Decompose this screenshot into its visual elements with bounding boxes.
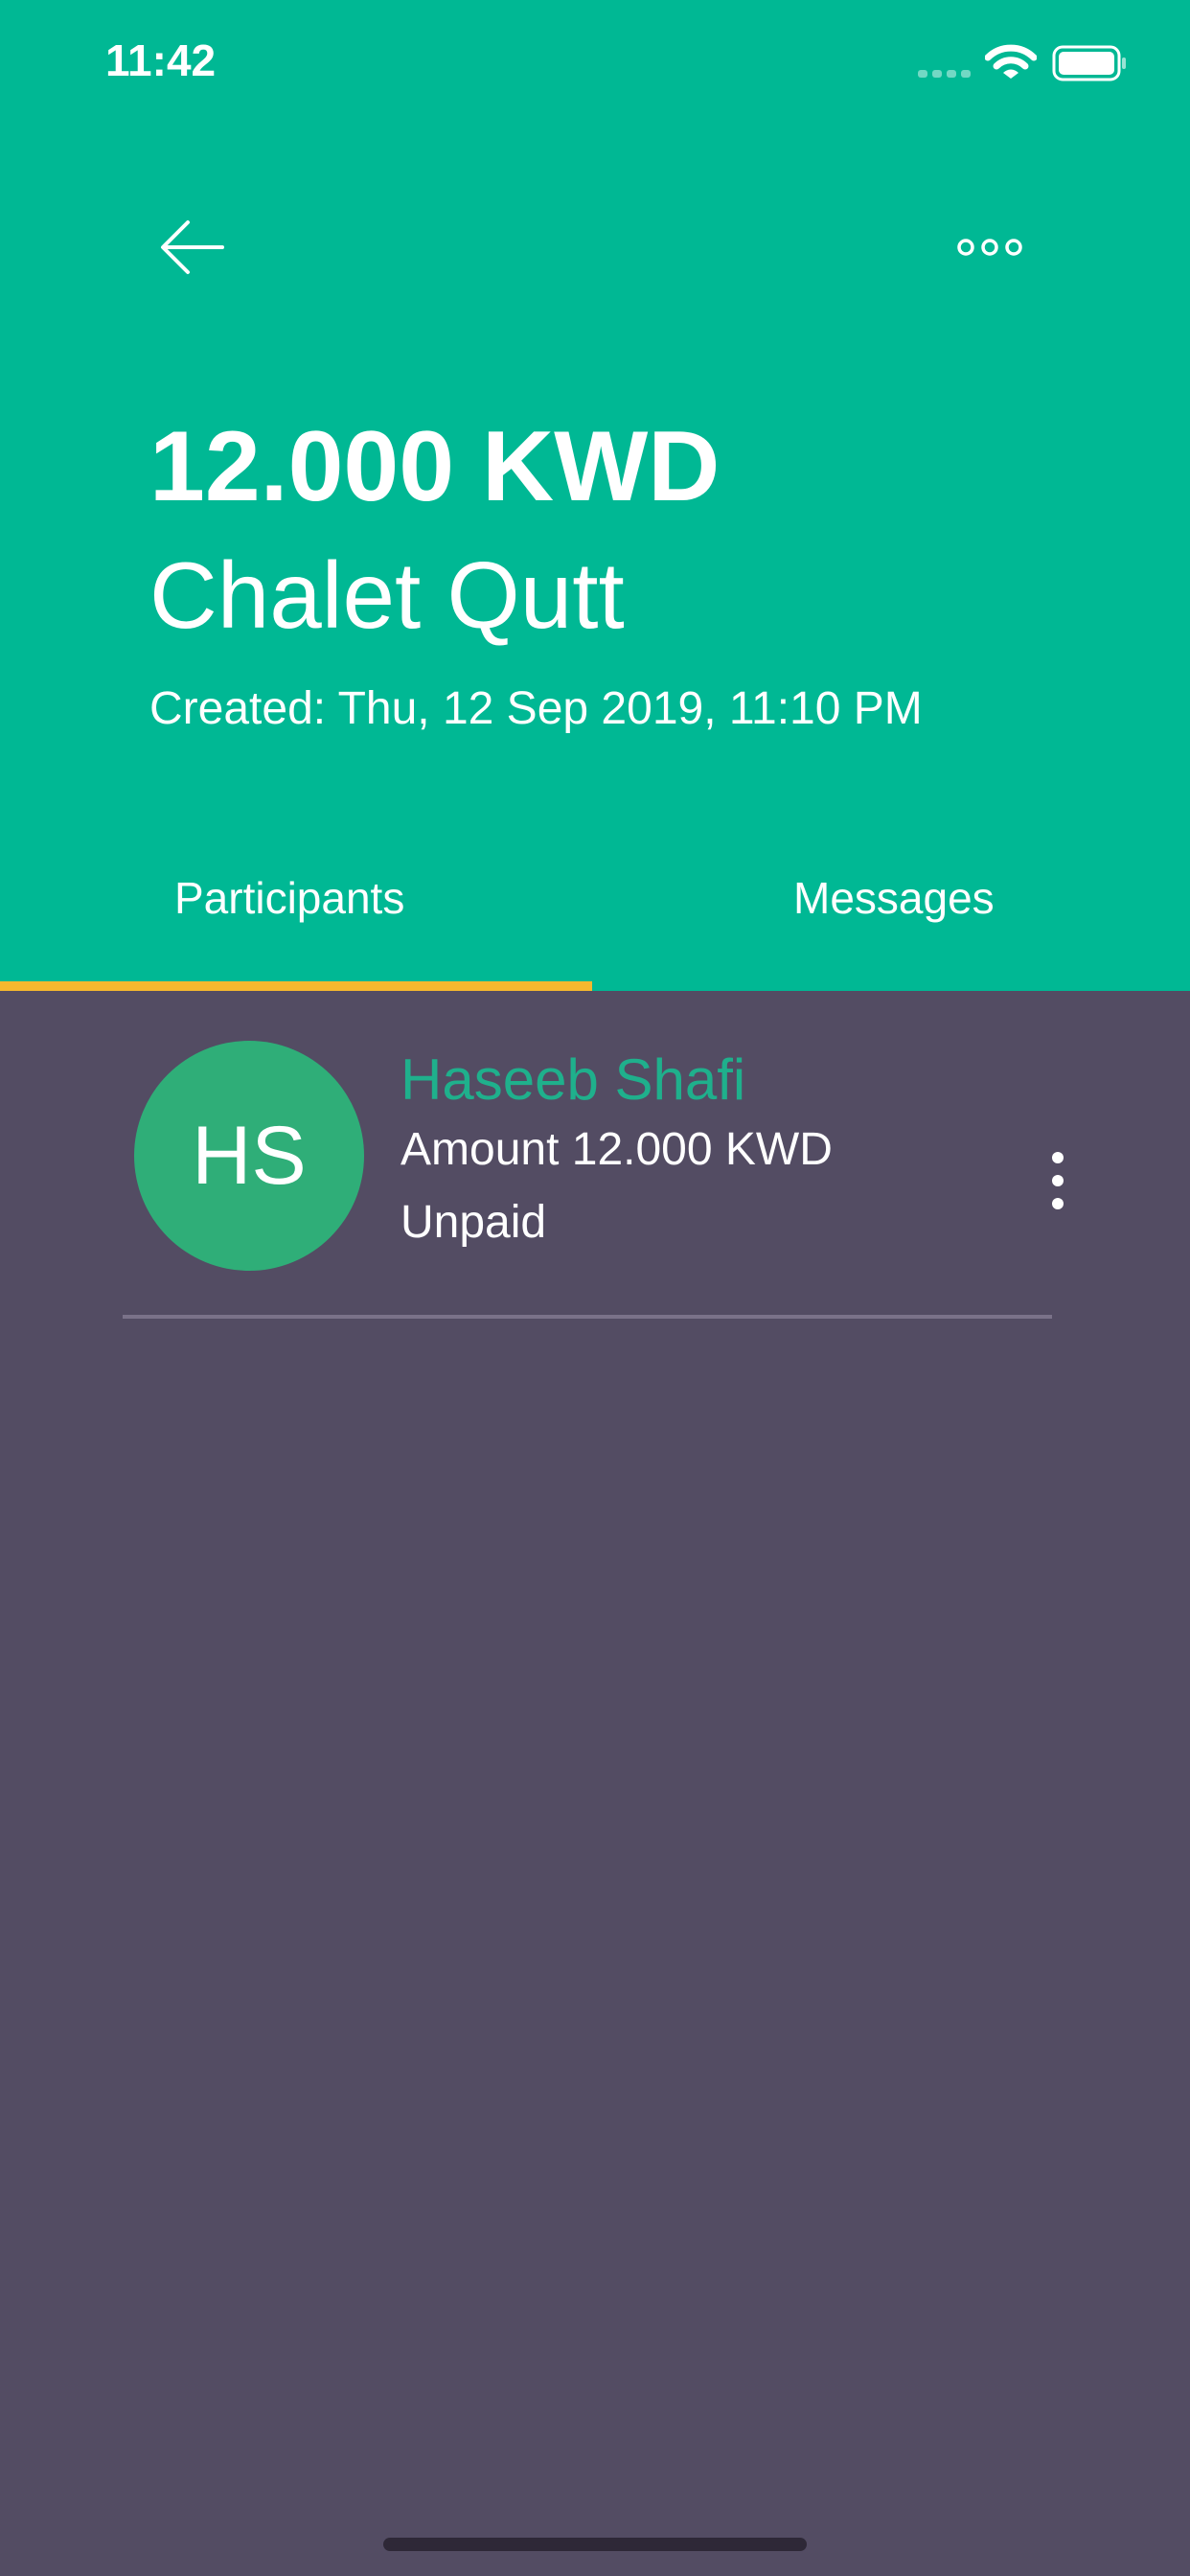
back-arrow-icon bbox=[161, 220, 224, 274]
participant-row[interactable]: HS Haseeb Shafi Amount 12.000 KWD Unpaid bbox=[123, 1035, 1064, 1319]
tab-participants[interactable]: Participants bbox=[174, 872, 404, 924]
trip-name: Chalet Qutt bbox=[149, 542, 625, 648]
participant-amount: Amount 12.000 KWD bbox=[400, 1124, 833, 1175]
status-bar: 11:42 bbox=[0, 0, 1190, 125]
divider bbox=[123, 1315, 1052, 1319]
cellular-signal-icon bbox=[918, 70, 971, 78]
more-vertical-icon[interactable] bbox=[1039, 1152, 1077, 1225]
status-time: 11:42 bbox=[105, 35, 217, 85]
created-date: Created: Thu, 12 Sep 2019, 11:10 PM bbox=[149, 683, 923, 734]
tab-messages[interactable]: Messages bbox=[793, 872, 995, 924]
trip-amount: 12.000 KWD bbox=[149, 411, 721, 522]
back-button[interactable] bbox=[153, 211, 240, 288]
participant-status: Unpaid bbox=[400, 1197, 547, 1248]
home-indicator bbox=[383, 2538, 807, 2551]
active-tab-indicator bbox=[0, 981, 592, 991]
more-options-icon bbox=[957, 239, 1022, 256]
participant-name: Haseeb Shafi bbox=[400, 1047, 746, 1112]
more-options-button[interactable] bbox=[949, 228, 1035, 266]
wifi-icon bbox=[985, 44, 1037, 79]
trip-header: 11:42 12.000 KWD Chalet Qutt Created: Th… bbox=[0, 0, 1190, 991]
battery-icon bbox=[1052, 45, 1126, 81]
avatar: HS bbox=[134, 1041, 364, 1271]
